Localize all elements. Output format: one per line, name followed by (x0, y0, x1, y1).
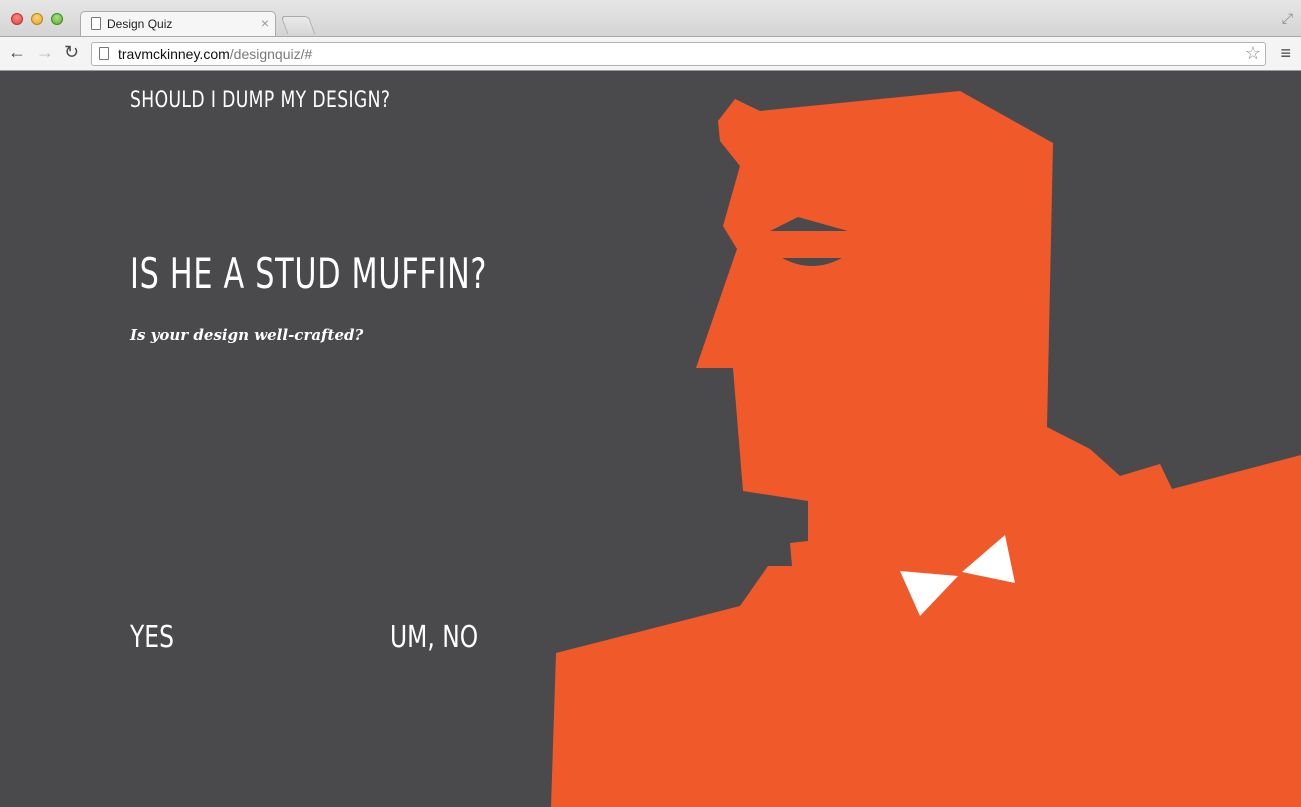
answer-no-button[interactable]: UM, NO (390, 620, 478, 655)
new-tab-button[interactable] (280, 16, 316, 34)
minimize-window-button[interactable] (31, 13, 43, 25)
man-silhouette (551, 91, 1301, 807)
stud-muffin-illustration (551, 91, 1301, 807)
address-bar[interactable]: travmckinney.com/designquiz/# ☆ (91, 42, 1266, 66)
page-icon (99, 47, 109, 60)
site-title[interactable]: SHOULD I DUMP MY DESIGN? (130, 88, 390, 113)
tab-design-quiz[interactable]: Design Quiz × (80, 11, 276, 36)
browser-titlebar: Design Quiz × ⤢ (0, 0, 1301, 36)
fullscreen-icon[interactable]: ⤢ (1282, 10, 1293, 27)
reload-icon[interactable]: ↻ (64, 42, 79, 62)
url-text: travmckinney.com/designquiz/# (118, 46, 313, 62)
quiz-page: SHOULD I DUMP MY DESIGN? IS HE A STUD MU… (0, 71, 1301, 807)
close-window-button[interactable] (11, 13, 23, 25)
close-tab-icon[interactable]: × (261, 15, 269, 31)
page-icon (91, 17, 101, 30)
quiz-subquestion: Is your design well-crafted? (130, 326, 364, 344)
tab-title: Design Quiz (107, 17, 173, 31)
forward-arrow-icon[interactable]: → (36, 42, 54, 62)
menu-icon[interactable]: ≡ (1280, 43, 1291, 64)
answer-yes-button[interactable]: YES (130, 620, 174, 655)
browser-toolbar: ← → ↻ travmckinney.com/designquiz/# ☆ ≡ (0, 36, 1301, 71)
star-icon[interactable]: ☆ (1245, 43, 1261, 64)
quiz-question: IS HE A STUD MUFFIN? (130, 249, 488, 298)
back-arrow-icon[interactable]: ← (8, 42, 26, 62)
zoom-window-button[interactable] (51, 13, 63, 25)
